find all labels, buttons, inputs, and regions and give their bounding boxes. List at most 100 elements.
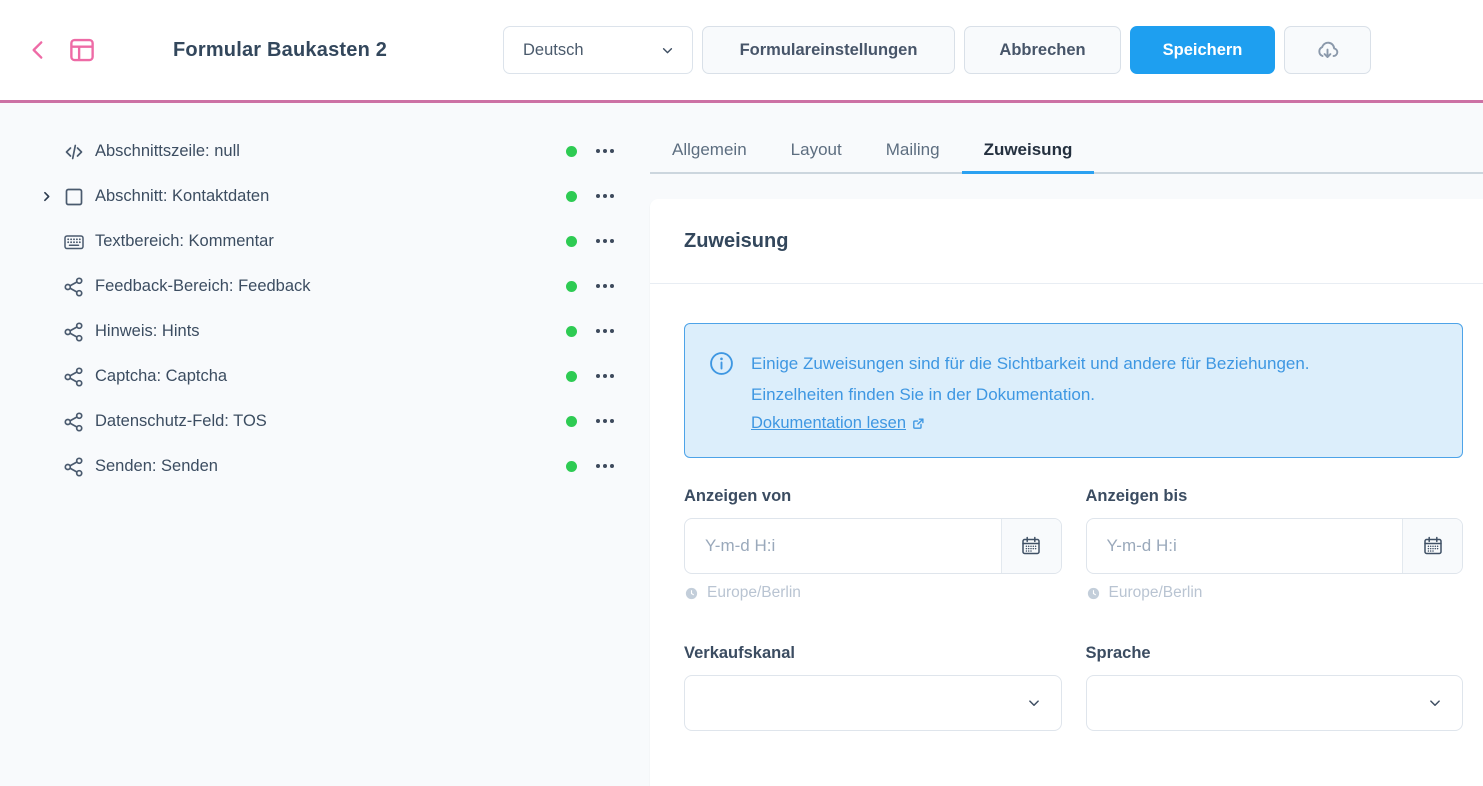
- item-icon-slot: [62, 455, 86, 479]
- item-menu-button[interactable]: [590, 452, 620, 480]
- item-icon-slot: [62, 230, 86, 254]
- form-element-row[interactable]: Hinweis: Hints: [0, 309, 650, 354]
- share-icon: [62, 365, 86, 389]
- status-dot: [566, 461, 577, 472]
- page-title: Formular Baukasten 2: [173, 39, 387, 62]
- language-field-label: Sprache: [1086, 644, 1464, 663]
- info-box: Einige Zuweisungen sind für die Sichtbar…: [684, 323, 1463, 458]
- status-dot: [566, 191, 577, 202]
- back-button[interactable]: [25, 37, 51, 63]
- content: Abschnittszeile: null Abschnitt: Kontakt…: [0, 103, 1483, 786]
- item-label: Abschnittszeile: null: [95, 142, 240, 161]
- chevron-right-icon[interactable]: [40, 190, 53, 203]
- info-icon: [709, 351, 734, 433]
- header: Formular Baukasten 2 Deutsch Formularein…: [0, 0, 1483, 103]
- item-icon-slot: [62, 410, 86, 434]
- item-label: Senden: Senden: [95, 457, 218, 476]
- clock-icon: [1086, 586, 1101, 601]
- card-title: Zuweisung: [684, 230, 1463, 253]
- form-settings-button[interactable]: Formulareinstellungen: [702, 26, 955, 74]
- share-icon: [62, 275, 86, 299]
- status-dot: [566, 281, 577, 292]
- documentation-link-label: Dokumentation lesen: [751, 414, 906, 433]
- tab-allgemein[interactable]: Allgemein: [650, 128, 769, 174]
- form-element-row[interactable]: Captcha: Captcha: [0, 354, 650, 399]
- share-icon: [62, 320, 86, 344]
- main-panel: AllgemeinLayoutMailingZuweisung Zuweisun…: [650, 103, 1483, 786]
- chevron-down-icon: [1426, 694, 1444, 712]
- tab-mailing[interactable]: Mailing: [864, 128, 962, 174]
- item-menu-button[interactable]: [590, 362, 620, 390]
- item-menu-button[interactable]: [590, 272, 620, 300]
- code-icon: [62, 140, 86, 164]
- item-label: Feedback-Bereich: Feedback: [95, 277, 311, 296]
- form-element-row[interactable]: Abschnitt: Kontaktdaten: [0, 174, 650, 219]
- layout-panel-icon: [67, 35, 97, 65]
- item-icon-slot: [62, 140, 86, 164]
- form-element-row[interactable]: Abschnittszeile: null: [0, 129, 650, 174]
- item-icon-slot: [62, 275, 86, 299]
- assignment-card: Zuweisung Einige Zuweisungen sind für di…: [650, 199, 1483, 786]
- status-dot: [566, 416, 577, 427]
- item-menu-button[interactable]: [590, 182, 620, 210]
- keyboard-icon: [62, 230, 86, 254]
- show-until-group: [1086, 518, 1464, 574]
- show-until-label: Anzeigen bis: [1086, 487, 1464, 506]
- calendar-icon: [1421, 534, 1445, 558]
- share-icon: [62, 455, 86, 479]
- item-icon-slot: [62, 320, 86, 344]
- download-button[interactable]: [1284, 26, 1371, 74]
- item-menu-button[interactable]: [590, 227, 620, 255]
- status-dot: [566, 371, 577, 382]
- share-icon: [62, 410, 86, 434]
- show-from-input[interactable]: [685, 519, 1001, 573]
- item-icon-slot: [62, 185, 86, 209]
- language-select[interactable]: Deutsch: [503, 26, 693, 74]
- tab-layout[interactable]: Layout: [769, 128, 864, 174]
- external-link-icon: [911, 416, 926, 431]
- square-icon: [62, 185, 86, 209]
- item-label: Hinweis: Hints: [95, 322, 200, 341]
- show-from-timezone: Europe/Berlin: [684, 584, 1062, 602]
- show-from-group: [684, 518, 1062, 574]
- cloud-download-icon: [1314, 37, 1341, 64]
- tab-zuweisung[interactable]: Zuweisung: [962, 128, 1095, 174]
- show-until-input[interactable]: [1087, 519, 1403, 573]
- form-element-row[interactable]: Textbereich: Kommentar: [0, 219, 650, 264]
- chevron-down-icon: [659, 42, 676, 59]
- item-label: Abschnitt: Kontaktdaten: [95, 187, 269, 206]
- chevron-left-icon: [25, 37, 51, 63]
- card-header: Zuweisung: [650, 199, 1483, 283]
- form-element-row[interactable]: Datenschutz-Feld: TOS: [0, 399, 650, 444]
- card-body: Einige Zuweisungen sind für die Sichtbar…: [650, 284, 1483, 771]
- status-dot: [566, 236, 577, 247]
- show-from-label: Anzeigen von: [684, 487, 1062, 506]
- cancel-button[interactable]: Abbrechen: [964, 26, 1121, 74]
- tab-bar: AllgemeinLayoutMailingZuweisung: [650, 128, 1483, 174]
- item-label: Captcha: Captcha: [95, 367, 227, 386]
- item-menu-button[interactable]: [590, 317, 620, 345]
- item-label: Textbereich: Kommentar: [95, 232, 274, 251]
- save-button[interactable]: Speichern: [1130, 26, 1275, 74]
- show-from-calendar-button[interactable]: [1001, 519, 1061, 573]
- language-field-select[interactable]: [1086, 675, 1464, 731]
- form-element-row[interactable]: Senden: Senden: [0, 444, 650, 489]
- item-menu-button[interactable]: [590, 407, 620, 435]
- show-until-calendar-button[interactable]: [1402, 519, 1462, 573]
- form-element-list: Abschnittszeile: null Abschnitt: Kontakt…: [0, 103, 650, 786]
- sales-channel-label: Verkaufskanal: [684, 644, 1062, 663]
- sales-channel-select[interactable]: [684, 675, 1062, 731]
- item-menu-button[interactable]: [590, 137, 620, 165]
- date-fields-row: Anzeigen von Europe/Berlin: [684, 487, 1463, 602]
- form-layout-button[interactable]: [67, 35, 97, 65]
- form-element-row[interactable]: Feedback-Bereich: Feedback: [0, 264, 650, 309]
- chevron-down-icon: [1025, 694, 1043, 712]
- documentation-link[interactable]: Dokumentation lesen: [751, 414, 926, 433]
- info-text: Einige Zuweisungen sind für die Sichtbar…: [751, 348, 1341, 410]
- clock-icon: [684, 586, 699, 601]
- item-label: Datenschutz-Feld: TOS: [95, 412, 267, 431]
- item-icon-slot: [62, 365, 86, 389]
- language-select-value: Deutsch: [523, 41, 584, 60]
- status-dot: [566, 146, 577, 157]
- status-dot: [566, 326, 577, 337]
